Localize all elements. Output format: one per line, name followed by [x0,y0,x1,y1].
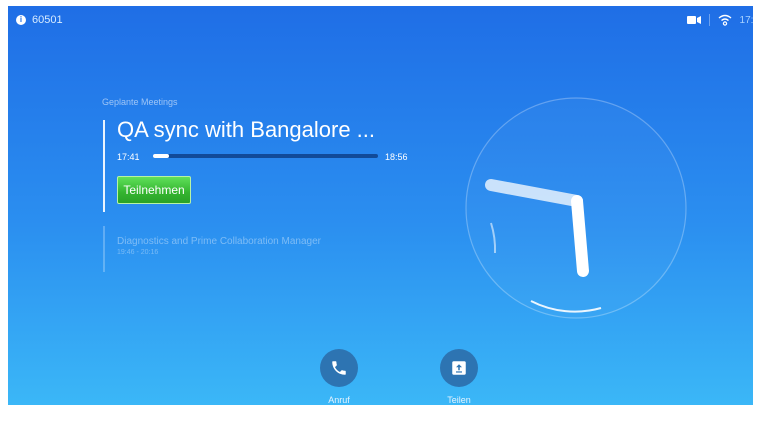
meeting-progress-bar [153,154,378,158]
clock-hour-hand [571,195,589,277]
system-info[interactable]: i 60501 [16,14,63,26]
next-meeting-indicator [103,226,105,272]
share-label: Teilen [447,395,471,405]
system-id: 60501 [32,14,63,26]
status-indicators: 17:4 [686,14,753,26]
join-button[interactable]: Teilnehmen [117,176,191,204]
meeting-title: QA sync with Bangalore ... [117,117,376,142]
share-upload-icon [452,361,466,375]
status-time: 17:4 [739,14,753,26]
camera-icon[interactable] [686,15,701,25]
wifi-icon[interactable] [718,14,732,26]
touch-panel-home-screen: i 60501 17:4 Geplante Meetings QA sync w… [8,6,753,405]
next-meeting-time: 19:46 - 20:16 [117,249,159,256]
meeting-start-time: 17:41 [117,152,140,162]
call-button[interactable] [320,349,358,387]
meeting-end-time: 18:56 [385,152,408,162]
scheduled-meetings-label: Geplante Meetings [102,97,178,107]
analog-clock [465,97,687,319]
share-action[interactable]: Teilen [429,349,489,405]
status-bar: i 60501 17:4 [8,6,753,34]
phone-icon [332,361,346,375]
next-meeting-title[interactable]: Diagnostics and Prime Collaboration Mana… [117,236,321,247]
call-action[interactable]: Anruf [309,349,369,405]
status-divider [708,14,710,26]
current-meeting-indicator [103,120,105,212]
share-button[interactable] [440,349,478,387]
call-label: Anruf [328,395,350,405]
info-icon: i [16,15,26,25]
meeting-progress-fill [153,154,169,158]
